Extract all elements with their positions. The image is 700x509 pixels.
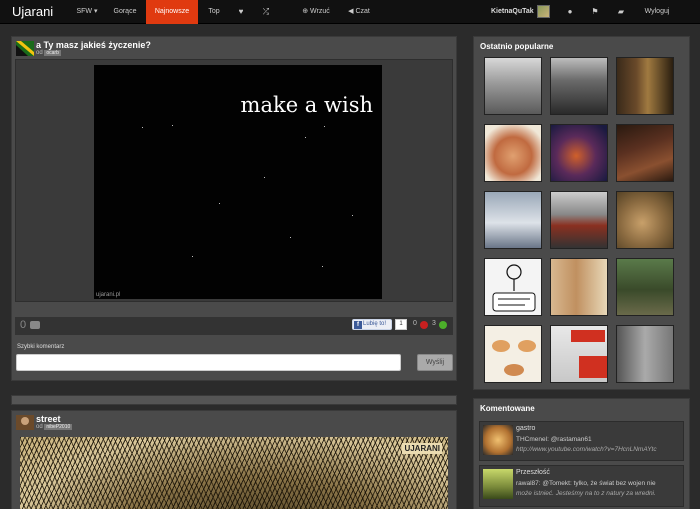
- flag-icon[interactable]: ⚑: [588, 0, 602, 24]
- comment-item[interactable]: Przeszłość rawal87: @Tomekt: tylko, że ś…: [479, 465, 684, 507]
- username[interactable]: KietnaQuTak: [491, 0, 534, 24]
- post-user-link[interactable]: ocarb: [44, 50, 61, 56]
- nav-newest[interactable]: Najnowsze: [146, 0, 198, 24]
- image-caption: make a wish: [240, 93, 373, 117]
- popular-thumb[interactable]: [616, 325, 674, 383]
- post-avatar[interactable]: [16, 415, 34, 430]
- popular-thumb[interactable]: [550, 325, 608, 383]
- popular-thumb[interactable]: [484, 124, 542, 182]
- message-icon[interactable]: ▰: [614, 0, 628, 24]
- nav-top[interactable]: Top: [201, 0, 227, 24]
- post-footer: 0 f Lubię to! 1 0 3: [15, 317, 453, 335]
- site-logo[interactable]: Ujarani: [12, 4, 53, 19]
- post-author: od nibeP2010: [36, 424, 73, 430]
- popular-thumb[interactable]: [550, 57, 608, 115]
- top-navbar: Ujarani SFW ▾ Gorące Najnowsze Top ♥ ⤮ ⊕…: [0, 0, 700, 24]
- shuffle-icon[interactable]: ⤮: [258, 0, 274, 24]
- post-image[interactable]: UJARANI: [20, 437, 448, 509]
- comment-count[interactable]: 0: [20, 319, 26, 331]
- post-by-label: od: [36, 424, 43, 430]
- image-watermark: UJARANI: [402, 443, 442, 454]
- popular-thumb[interactable]: [484, 191, 542, 249]
- post-card: a Ty masz jakieś życzenie? od ocarb make…: [11, 36, 457, 381]
- comment-thumb[interactable]: [483, 469, 513, 499]
- popular-thumb[interactable]: [616, 124, 674, 182]
- facebook-like-count: 1: [395, 319, 407, 330]
- facebook-like-button[interactable]: f Lubię to!: [352, 319, 392, 330]
- nav-chat-label: Czat: [355, 8, 370, 15]
- send-comment-button[interactable]: Wyślij: [417, 354, 453, 371]
- image-watermark: ujarani.pl: [96, 292, 121, 298]
- popular-title: Ostatnio popularne: [480, 42, 554, 51]
- comment-mention: @rastaman61: [550, 436, 592, 443]
- post-title[interactable]: street: [36, 414, 61, 424]
- post-image-frame: make a wish ujarani.pl: [15, 59, 453, 302]
- nav-hot[interactable]: Gorące: [108, 0, 142, 24]
- facebook-like-label: Lubię to!: [363, 321, 387, 327]
- comment-post-title[interactable]: gastro: [516, 425, 535, 432]
- popular-thumb[interactable]: [616, 191, 674, 249]
- comment-meta: rawal87: @Tomekt: tylko, że świat bez wo…: [516, 480, 656, 487]
- commented-panel: Komentowane gastro THCmenel: @rastaman61…: [473, 398, 690, 509]
- facebook-icon: f: [354, 321, 362, 329]
- post-user-link[interactable]: nibeP2010: [44, 424, 73, 430]
- heart-icon[interactable]: ♥: [233, 0, 249, 24]
- popular-thumb[interactable]: [616, 258, 674, 316]
- popular-thumb[interactable]: [616, 57, 674, 115]
- nav-sfw-dropdown[interactable]: SFW ▾: [70, 0, 104, 24]
- popular-thumb[interactable]: [484, 325, 542, 383]
- nav-chat[interactable]: ◀ Czat: [342, 0, 376, 24]
- vote-up-icon[interactable]: [439, 321, 447, 329]
- commented-title: Komentowane: [480, 404, 535, 413]
- comment-item[interactable]: gastro THCmenel: @rastaman61 http://www.…: [479, 421, 684, 461]
- popular-panel: Ostatnio popularne: [473, 36, 690, 390]
- post-by-label: od: [36, 50, 43, 56]
- comment-text: http://www.youtube.com/watch?v=7HcnLNmAY…: [516, 446, 657, 453]
- post-card: street od nibeP2010 UJARANI: [11, 410, 457, 509]
- comment-mention: @Tomekt:: [542, 480, 572, 487]
- popular-thumb[interactable]: [484, 258, 542, 316]
- popular-thumb[interactable]: [550, 191, 608, 249]
- popular-thumb[interactable]: [550, 258, 608, 316]
- vote-up-count: 3: [432, 320, 436, 327]
- post-title[interactable]: a Ty masz jakieś życzenie?: [36, 40, 151, 50]
- comment-meta: THCmenel: @rastaman61: [516, 436, 592, 443]
- post-author: od ocarb: [36, 50, 61, 56]
- quick-comment-label: Szybki komentarz: [17, 344, 65, 350]
- comment-text: tylko, że świat bez wojen nie: [573, 480, 656, 487]
- post-avatar[interactable]: [16, 41, 34, 56]
- popular-thumb[interactable]: [550, 124, 608, 182]
- nav-upload[interactable]: ⊕ Wrzuć: [297, 0, 335, 24]
- logout-link[interactable]: Wyloguj: [638, 0, 676, 24]
- vote-down-count: 0: [413, 320, 417, 327]
- comment-user[interactable]: THCmenel: [516, 436, 547, 443]
- post-separator: [11, 395, 457, 405]
- comment-text-continued: może istnieć. Jesteśmy na to z natury za…: [516, 490, 656, 497]
- user-avatar[interactable]: [537, 5, 550, 18]
- comment-thumb[interactable]: [483, 425, 513, 455]
- vote-down-icon[interactable]: [420, 321, 428, 329]
- comment-user[interactable]: rawal87: [516, 480, 539, 487]
- popular-thumb[interactable]: [484, 57, 542, 115]
- megaphone-icon: ◀: [348, 8, 354, 15]
- nav-upload-label: Wrzuć: [310, 8, 330, 15]
- post-image[interactable]: make a wish ujarani.pl: [94, 65, 382, 299]
- quick-comment-input[interactable]: [16, 354, 401, 371]
- comment-post-title[interactable]: Przeszłość: [516, 469, 550, 476]
- user-icon[interactable]: ●: [563, 0, 577, 24]
- upload-icon: ⊕: [302, 8, 309, 15]
- comment-bubble-icon[interactable]: [30, 321, 40, 329]
